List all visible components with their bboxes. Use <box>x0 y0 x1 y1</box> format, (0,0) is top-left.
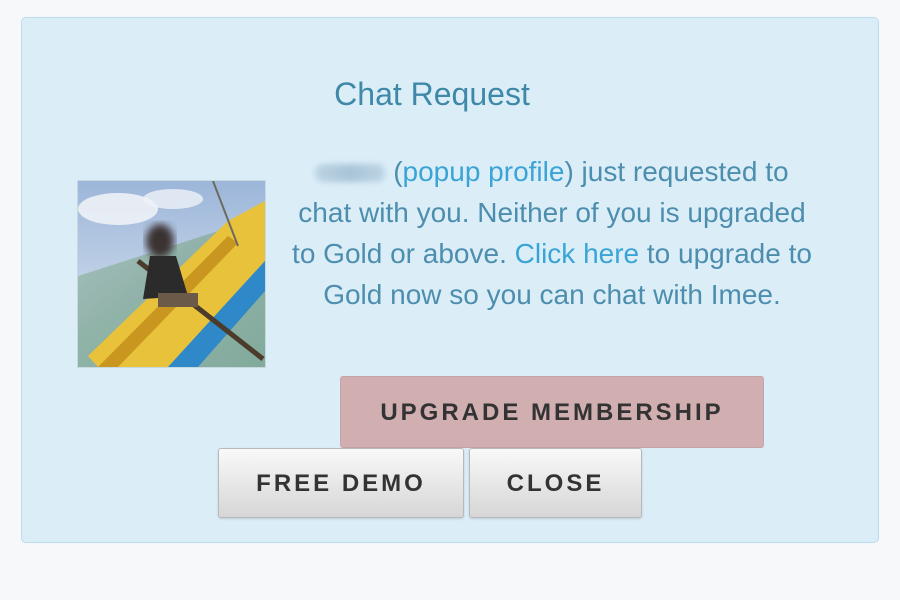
popup-profile-link[interactable]: popup profile <box>403 156 565 187</box>
blurred-username <box>315 164 386 182</box>
free-demo-button[interactable]: FREE DEMO <box>218 448 464 518</box>
profile-photo <box>77 180 266 368</box>
chat-request-message: (popup profile) just requested to chat w… <box>292 156 812 310</box>
chat-request-dialog: Chat Request (popup profile) just reques… <box>21 17 879 543</box>
upgrade-membership-button[interactable]: UPGRADE MEMBERSHIP <box>340 376 764 448</box>
click-here-link[interactable]: Click here <box>515 238 639 269</box>
close-button[interactable]: CLOSE <box>469 448 642 518</box>
dialog-title: Chat Request <box>334 76 530 112</box>
